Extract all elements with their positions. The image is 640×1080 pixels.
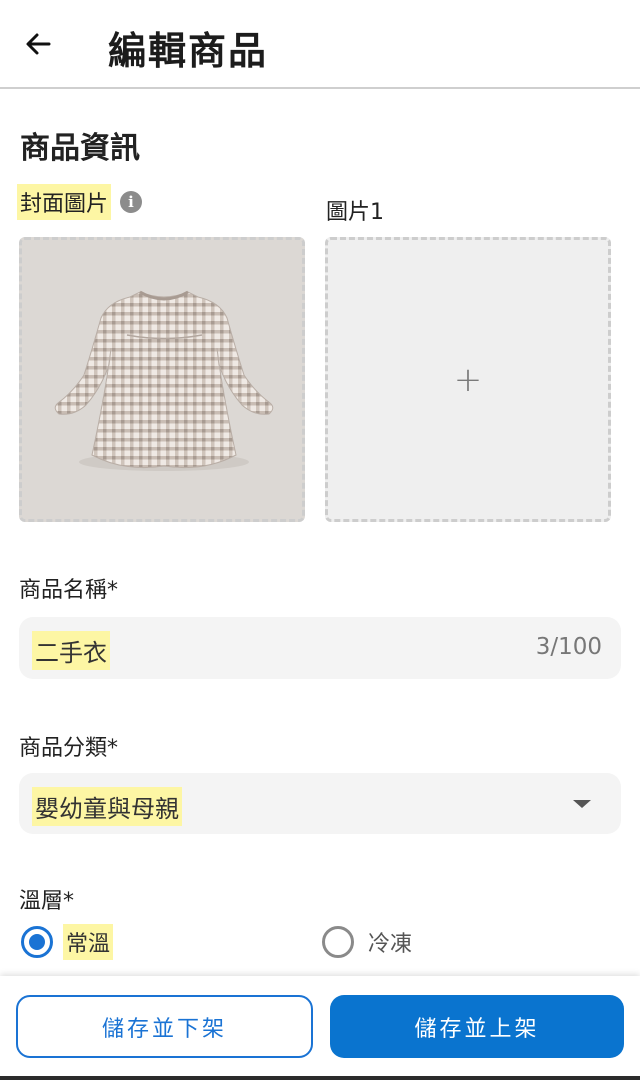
bottom-action-bar: 儲存並下架 儲存並上架: [0, 976, 640, 1080]
section-title: 商品資訊: [20, 131, 140, 166]
cover-image-label-text: 封面圖片: [17, 184, 112, 220]
radio-label-ambient: 常溫: [63, 924, 114, 960]
radio-unselected-icon[interactable]: [322, 926, 354, 958]
character-counter: 3/100: [535, 634, 602, 660]
save-and-unlist-button[interactable]: 儲存並下架: [16, 995, 313, 1058]
radio-option-ambient[interactable]: 常溫: [21, 922, 114, 962]
cover-image-slot[interactable]: [19, 237, 305, 522]
product-name-input[interactable]: 二手衣 3/100: [19, 617, 621, 679]
product-category-select[interactable]: 嬰幼童與母親: [19, 773, 621, 834]
app-header: 編輯商品: [0, 0, 640, 89]
page-title: 編輯商品: [108, 29, 269, 73]
radio-selected-icon[interactable]: [21, 926, 53, 958]
product-name-label: 商品名稱*: [19, 578, 119, 603]
image1-label: 圖片1: [326, 200, 384, 225]
product-category-label: 商品分類*: [19, 736, 119, 761]
back-button[interactable]: [18, 24, 58, 64]
dress-photo: [22, 240, 302, 519]
radio-label-frozen: 冷凍: [368, 932, 413, 957]
temperature-label: 溫層*: [19, 889, 75, 914]
bottom-divider: [0, 1076, 640, 1080]
plus-icon: +: [453, 359, 483, 400]
cover-image-label: 封面圖片 i: [17, 184, 143, 220]
radio-option-frozen[interactable]: 冷凍: [322, 922, 412, 962]
save-and-list-button[interactable]: 儲存並上架: [330, 995, 624, 1058]
arrow-left-icon: [26, 33, 51, 55]
caret-down-icon: [573, 800, 591, 808]
info-icon[interactable]: i: [120, 191, 143, 213]
product-category-value: 嬰幼童與母親: [32, 787, 182, 826]
add-image-button[interactable]: +: [325, 237, 611, 522]
product-name-value: 二手衣: [32, 631, 110, 670]
